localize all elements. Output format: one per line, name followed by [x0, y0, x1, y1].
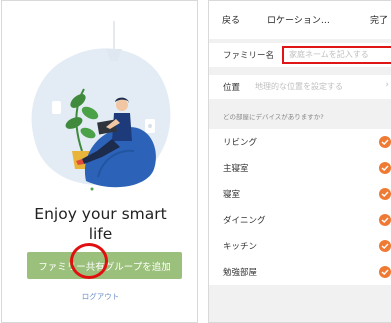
- checkmark-icon[interactable]: [379, 188, 391, 200]
- chevron-right-icon: ›: [385, 80, 389, 90]
- location-label: 位置: [223, 83, 241, 93]
- room-label: リビング: [223, 138, 258, 148]
- logout-link[interactable]: ログアウト: [2, 291, 197, 302]
- room-label: 主寝室: [223, 164, 249, 174]
- headline-line-1: Enjoy your smart: [34, 205, 167, 223]
- room-item[interactable]: キッチン: [209, 233, 391, 259]
- smart-home-illustration: [31, 21, 171, 191]
- family-name-row: ファミリー名 家庭ネームを記入する: [209, 43, 391, 67]
- welcome-screen: Enjoy your smart life ファミリー共有グループを追加 ログア…: [1, 0, 198, 323]
- room-label: 勉強部屋: [223, 268, 258, 278]
- room-label: 寝室: [223, 190, 241, 200]
- location-row[interactable]: 位置 地理的な位置を設定する ›: [209, 75, 391, 99]
- checkmark-icon[interactable]: [379, 240, 391, 252]
- checkmark-icon[interactable]: [379, 162, 391, 174]
- location-settings-screen: 戻る ロケーション… 完了 ファミリー名 家庭ネームを記入する 位置 地理的な位…: [208, 0, 391, 323]
- nav-bar: 戻る ロケーション… 完了: [209, 1, 391, 39]
- room-item[interactable]: リビング: [209, 129, 391, 155]
- room-label: キッチン: [223, 242, 258, 252]
- checkmark-icon[interactable]: [379, 136, 391, 148]
- location-input[interactable]: 地理的な位置を設定する: [255, 81, 343, 92]
- page-title: ロケーション…: [267, 16, 330, 26]
- settings-list: ファミリー名 家庭ネームを記入する 位置 地理的な位置を設定する › どの部屋に…: [209, 39, 391, 322]
- room-section-title: どの部屋にデバイスがありますか?: [223, 113, 324, 121]
- room-item[interactable]: 寝室: [209, 181, 391, 207]
- room-item[interactable]: 主寝室: [209, 155, 391, 181]
- highlight-box: [282, 46, 391, 64]
- family-name-label: ファミリー名: [223, 51, 275, 61]
- back-button[interactable]: 戻る: [222, 13, 240, 26]
- add-family-group-button[interactable]: ファミリー共有グループを追加: [27, 252, 182, 279]
- headline-line-2: life: [88, 225, 113, 243]
- done-button[interactable]: 完了: [370, 13, 388, 26]
- room-item[interactable]: 勉強部屋: [209, 259, 391, 285]
- checkmark-icon[interactable]: [379, 214, 391, 226]
- checkmark-icon[interactable]: [379, 266, 391, 278]
- room-label: ダイニング: [223, 216, 266, 226]
- room-item[interactable]: ダイニング: [209, 207, 391, 233]
